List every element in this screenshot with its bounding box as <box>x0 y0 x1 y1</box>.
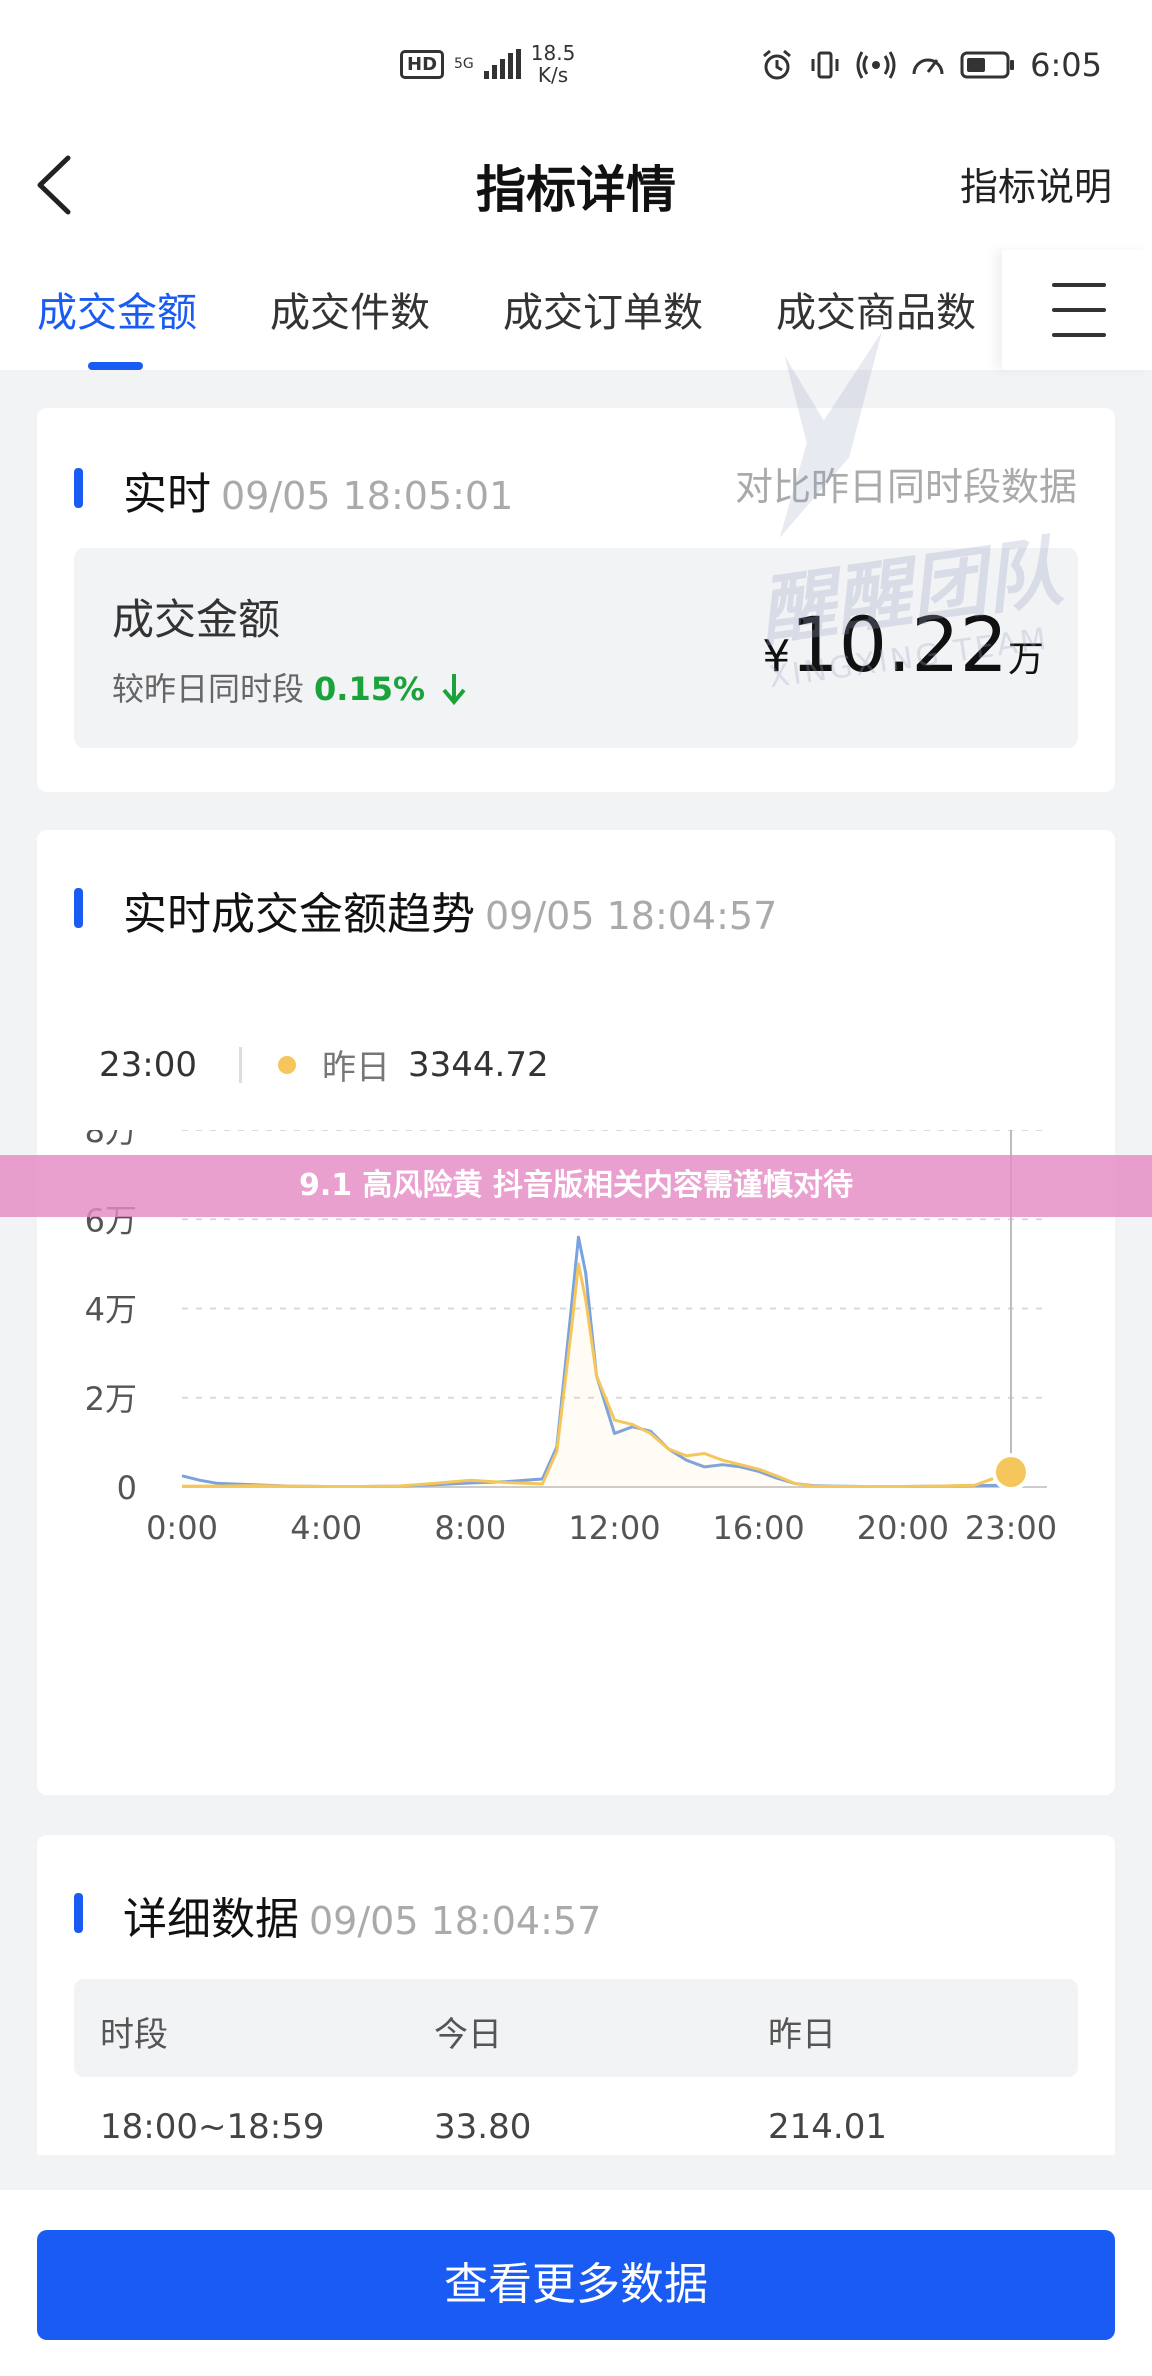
trend-chart[interactable]: 02万4万6万8万0:00 4:00 8:00 12:00 16:00 20:00 23:0… <box>37 1130 1115 1730</box>
nav-header: 指标详情 指标说明 <box>0 130 1152 250</box>
x-tick-label: 12:00 <box>568 1509 660 1547</box>
tab-item-count[interactable]: 成交件数 <box>270 280 430 338</box>
x-tick-label: 16:00 <box>713 1509 805 1547</box>
hotspot-icon <box>856 51 896 79</box>
network-speed-unit: K/s <box>537 63 569 87</box>
hd-badge: HD <box>400 49 445 79</box>
detail-title: 详细数据 <box>123 1894 299 1945</box>
table-header: 时段 今日 昨日 <box>74 1979 1078 2077</box>
y-tick-label: 4万 <box>85 1291 137 1329</box>
clock: 6:05 <box>1030 46 1102 84</box>
tooltip-time: 23:00 <box>99 1044 197 1085</box>
x-tick-label: 0:00 <box>146 1509 218 1547</box>
tab-product-count[interactable]: 成交商品数 <box>776 280 976 338</box>
section-marker <box>74 1893 83 1933</box>
network-speed-value: 18.5 <box>530 41 576 65</box>
change-value: 0.15% <box>314 670 426 708</box>
arrow-down-icon <box>442 674 466 706</box>
trend-section-title: 实时成交金额趋势 09/05 18:04:57 <box>123 878 777 942</box>
alarm-icon <box>763 49 792 80</box>
battery-icon <box>960 51 1015 79</box>
warning-banner: 9.1 高风险黄 抖音版相关内容需谨慎对待 <box>0 1155 1152 1217</box>
series-dot-yesterday <box>277 1055 296 1074</box>
tooltip-value: 3344.72 <box>407 1044 549 1085</box>
realtime-title: 实时 <box>123 469 211 520</box>
section-marker <box>74 468 83 508</box>
column-header-today: 今日 <box>434 2015 502 2055</box>
cell-today: 33.80 <box>434 2107 532 2147</box>
tab-menu-button[interactable] <box>1002 250 1152 370</box>
y-tick-label: 0 <box>117 1469 137 1507</box>
view-more-data-button[interactable]: 查看更多数据 <box>37 2230 1115 2340</box>
realtime-timestamp: 09/05 18:05:01 <box>221 474 514 518</box>
trend-title: 实时成交金额趋势 <box>123 889 475 940</box>
trend-card: 实时成交金额趋势 09/05 18:04:57 23:00 昨日 3344.72 … <box>37 830 1115 1795</box>
vibrate-icon <box>811 51 839 79</box>
cell-period: 18:00~18:59 <box>100 2107 325 2147</box>
x-tick-label: 23:00 <box>965 1509 1057 1547</box>
speed-icon <box>912 58 944 75</box>
section-marker <box>74 888 83 928</box>
x-tick-label: 20:00 <box>857 1509 949 1547</box>
trend-timestamp: 09/05 18:04:57 <box>485 894 778 938</box>
bottom-bar: 查看更多数据 <box>0 2190 1152 2376</box>
cell-yesterday: 214.01 <box>768 2107 887 2147</box>
detail-timestamp: 09/05 18:04:57 <box>309 1899 602 1943</box>
highlight-point <box>991 1453 1030 1492</box>
x-tick-label: 4:00 <box>290 1509 362 1547</box>
metric-compare: 较昨日同时段 0.15% <box>112 664 467 710</box>
chart-tooltip: 23:00 昨日 3344.72 <box>99 1040 549 1089</box>
detail-card: 详细数据 09/05 18:04:57 时段 今日 昨日 18:00~18:59 … <box>37 1835 1115 2155</box>
y-tick-label: 2万 <box>85 1380 137 1418</box>
x-tick-label: 8:00 <box>434 1509 506 1547</box>
tab-order-count[interactable]: 成交订单数 <box>503 280 703 338</box>
tab-gmv[interactable]: 成交金额 <box>37 280 197 338</box>
y-tick-label: 8万 <box>85 1130 137 1150</box>
tooltip-series-name: 昨日 <box>321 1048 390 1088</box>
metric-tabs: 成交金额 成交件数 成交订单数 成交商品数 <box>0 250 1152 370</box>
column-header-yesterday: 昨日 <box>768 2015 836 2055</box>
metric-explain-link[interactable]: 指标说明 <box>960 156 1112 211</box>
network-indicators: HD 5G 18.5 K/s <box>400 42 575 86</box>
tab-indicator <box>88 362 143 370</box>
network-type: 5G <box>454 56 474 72</box>
column-header-period: 时段 <box>100 2015 168 2055</box>
signal-icon <box>483 49 521 79</box>
status-bar: HD 5G 18.5 K/s 6:05 <box>0 0 1152 130</box>
network-speed: 18.5 K/s <box>531 42 576 86</box>
detail-section-title: 详细数据 09/05 18:04:57 <box>123 1883 601 1947</box>
metric-label: 成交金额 <box>112 595 281 644</box>
status-icons: 6:05 <box>760 46 1102 84</box>
realtime-section-title: 实时 09/05 18:05:01 <box>123 458 513 522</box>
tooltip-divider <box>238 1046 242 1083</box>
compare-period-label: 较昨日同时段 <box>112 670 305 708</box>
watermark-logo-icon <box>779 331 882 538</box>
